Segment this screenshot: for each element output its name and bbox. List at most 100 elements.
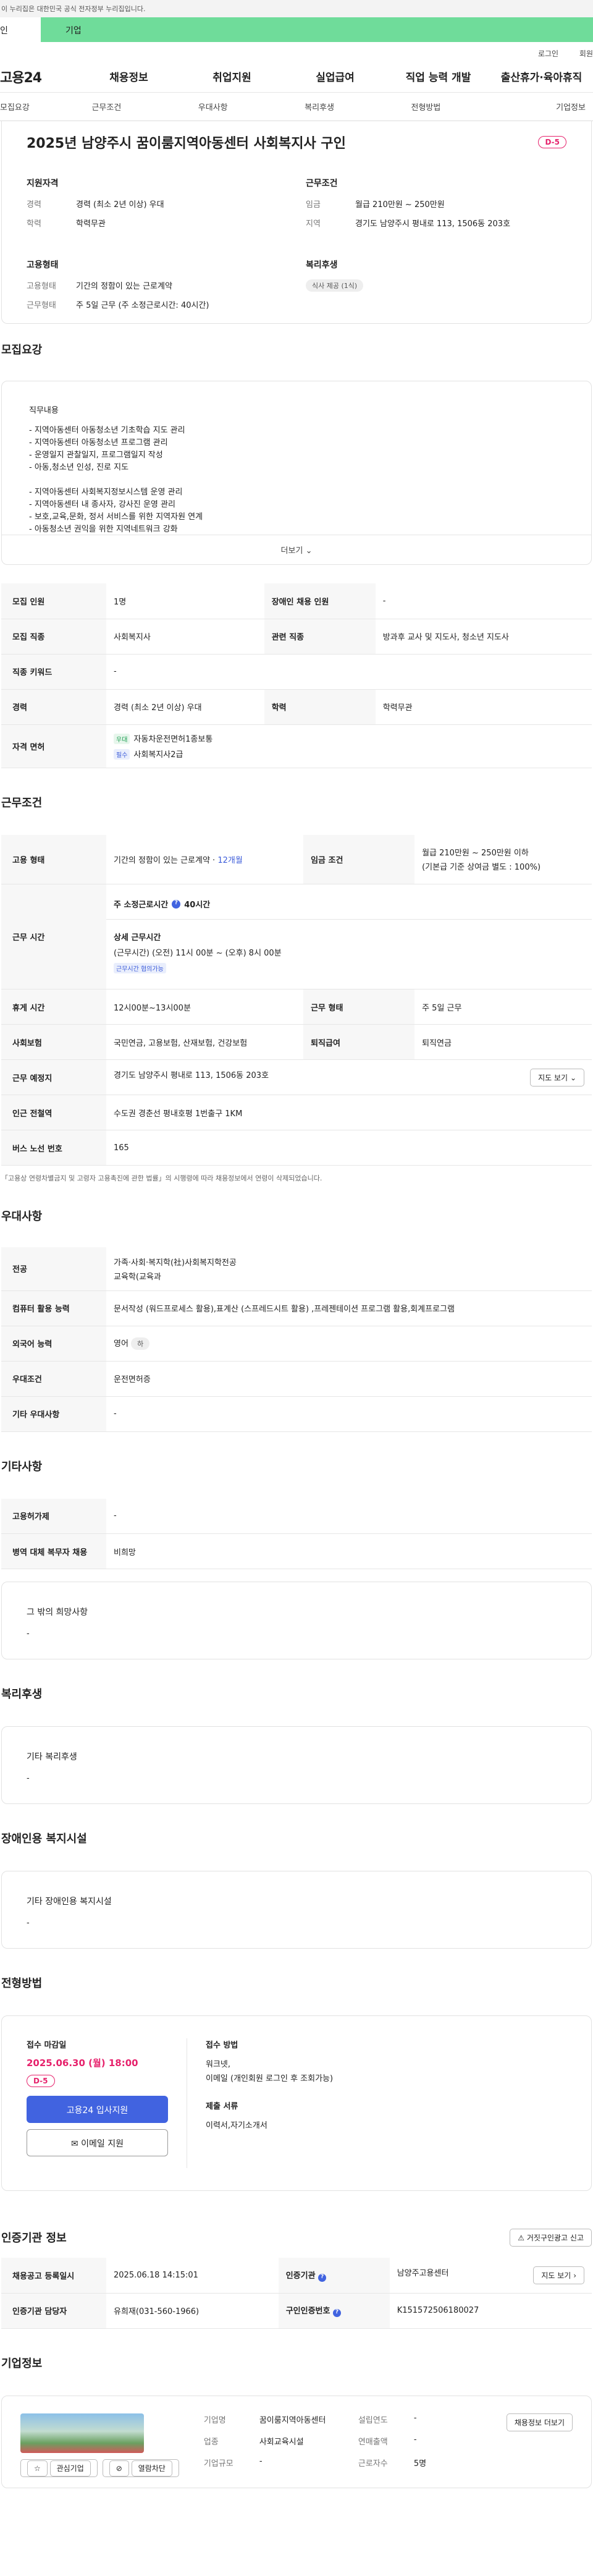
label: 지역 <box>306 219 321 229</box>
table-row: 병역 대체 복무자 채용 비희망 <box>1 1533 592 1569</box>
deadline-title: 접수 마감일 <box>27 2041 67 2050</box>
login-link[interactable]: 로그인 <box>538 49 558 58</box>
chevron-down-icon: ⌄ <box>305 546 313 556</box>
wish-value: - <box>27 1629 30 1638</box>
map-button[interactable]: 지도 보기 ⌄ <box>530 1068 584 1087</box>
label: 근로자수 <box>358 2459 388 2469</box>
more-label: 더보기 <box>280 546 303 556</box>
star-icon: ☆ <box>27 2460 48 2476</box>
disability-value: - <box>27 1918 30 1928</box>
summary-qualification: 지원자격 경력 경력 (최소 2년 이상) 우대 학력 학력무관 <box>27 177 287 236</box>
info-icon[interactable]: ? <box>333 2309 342 2317</box>
table-row: 기타 우대사항 - <box>1 1396 592 1432</box>
summary-welfare-title: 복리후생 <box>306 260 338 270</box>
value: 유희재(031-560-1966) <box>106 2293 279 2329</box>
cert-item: 자동차운전면허1종보통 <box>133 735 213 744</box>
value: - <box>259 2457 263 2467</box>
nav-item-training[interactable]: 직업 능력 개발 <box>387 69 490 84</box>
table-row: 직종 키워드 - <box>1 654 592 690</box>
label: 고용 형태 <box>1 834 106 884</box>
email-apply-button[interactable]: ✉ 이메일 지원 <box>27 2129 168 2156</box>
email-apply-label: 이메일 지원 <box>81 2139 124 2149</box>
nav-item-unemployment[interactable]: 실업급여 <box>284 69 387 84</box>
apply-button[interactable]: 고용24 입사지원 <box>27 2096 168 2123</box>
summary-card: 2025년 남양주시 꿈이룸지역아동센터 사회복지사 구인 D-5 지원자격 경… <box>1 121 592 324</box>
section-title-preference: 우대사항 <box>1 1210 43 1223</box>
benefit-value: - <box>27 1774 30 1783</box>
tab-enterprise[interactable]: 기업 <box>41 17 593 42</box>
lang-value: 영어 <box>114 1339 128 1349</box>
label: 고용형태 <box>27 282 56 291</box>
anchor-recruit[interactable]: 모집요강 <box>0 101 53 112</box>
agency-table: 채용공고 등록일시 2025.06.18 14:15:01 인증기관 ? 남양주고… <box>1 2258 592 2329</box>
value: 영어 하 <box>106 1326 592 1362</box>
label: 병역 대체 복무자 채용 <box>1 1533 106 1569</box>
negotiable-tag: 근무시간 협의가능 <box>114 963 166 973</box>
info-icon[interactable]: ? <box>172 899 181 909</box>
label: 모집 직종 <box>1 619 106 655</box>
nav-item-jobs[interactable]: 채용정보 <box>77 69 180 84</box>
nav-item-employment-support[interactable]: 취업지원 <box>180 69 284 84</box>
summary-conditions: 근무조건 임금 월급 210만원 ~ 250만원 지역 경기도 남양주시 평내로 1… <box>306 177 566 236</box>
method-item: 이메일 (개인회원 로그인 후 조회가능) <box>206 2074 334 2083</box>
value: 비희망 <box>106 1533 592 1569</box>
report-button[interactable]: ⚠ 거짓구인광고 신고 <box>510 2228 592 2247</box>
favorite-button[interactable]: ☆ 관심기업 <box>20 2459 98 2477</box>
anchor-conditions[interactable]: 근무조건 <box>53 101 159 112</box>
label: 퇴직급여 <box>303 1024 415 1060</box>
chevron-down-icon: ⌄ <box>570 1073 576 1082</box>
value: 방과후 교사 및 지도사, 청소년 지도사 <box>375 619 592 655</box>
info-icon[interactable]: ? <box>318 2273 327 2282</box>
deadline-value: 2025.06.30 (월) 18:00 <box>27 2057 138 2069</box>
disability-box: 기타 장애인용 복지시설 - <box>1 1871 592 1949</box>
anchor-preference[interactable]: 우대사항 <box>160 101 266 112</box>
report-label: 거짓구인광고 신고 <box>526 2233 584 2242</box>
cert-item: 사회복지사2급 <box>133 750 183 760</box>
detail-line: - 지역아동센터 아동청소년 프로그램 관리 <box>29 438 168 447</box>
company-box: ☆ 관심기업 ⊘ 열람차단 기업명 꿈이룸지역아동센터 설립연도 - 업종 사회교육시… <box>1 2395 592 2488</box>
value: 사회복지사 <box>106 619 264 655</box>
chevron-right-icon: › <box>573 2271 576 2280</box>
table-row: 사회보험 국민연금, 고용보험, 산재보험, 건강보험 퇴직급여 퇴직연금 <box>1 1024 592 1060</box>
tab-individual[interactable]: 인 <box>0 17 41 42</box>
company-jobs-button[interactable]: 채용정보 더보기 <box>506 2413 573 2431</box>
anchor-company[interactable]: 기업정보 <box>479 101 593 112</box>
value: 사회교육시설 <box>259 2437 304 2447</box>
table-row: 자격 면허 우대 자동차운전면허1종보통 필수 사회복지사2급 <box>1 724 592 768</box>
label: 관련 직종 <box>264 619 376 655</box>
detail-line: - 운영일지 관찰일지, 프로그램일지 작성 <box>29 451 163 460</box>
value: 5명 <box>413 2459 427 2469</box>
value: 운전면허증 <box>106 1361 592 1397</box>
label: 인증기관 담당자 <box>1 2293 106 2329</box>
nav-item-leave[interactable]: 출산휴가·육아휴직 <box>490 69 593 84</box>
table-row: 버스 노선 번호 165 <box>1 1130 592 1166</box>
hours-detail-title: 상세 근무시간 <box>114 933 161 943</box>
block-button[interactable]: ⊘ 열람차단 <box>102 2459 179 2477</box>
signup-link[interactable]: 회원 <box>579 49 593 58</box>
label: 경력 <box>27 200 41 210</box>
label: 외국어 능력 <box>1 1326 106 1362</box>
logo[interactable]: 고용24 <box>0 67 77 87</box>
anchor-process[interactable]: 전형방법 <box>372 101 479 112</box>
lang-level-badge: 하 <box>131 1337 150 1350</box>
label: 근무 시간 <box>1 884 106 989</box>
benefit-box: 기타 복리후생 - <box>1 1726 592 1804</box>
table-row: 근무 시간 주 소정근로시간 ? 40시간 상세 근무시간 (근무시간) (오전… <box>1 884 592 989</box>
value: 남양주고용센터 지도 보기 › <box>389 2258 592 2294</box>
job-detail-box: 직무내용 - 지역아동센터 아동청소년 기초학습 지도 관리 - 지역아동센터 … <box>1 381 592 565</box>
work-table: 고용 형태 기간의 정함이 있는 근로계약 · 12개월 임금 조건 월급 21… <box>1 834 592 1166</box>
value: - <box>375 583 592 619</box>
more-button[interactable]: 더보기 ⌄ <box>2 535 591 564</box>
wage-value: 월급 210만원 ~ 250만원 이하 <box>422 849 529 858</box>
block-label: 열람차단 <box>131 2460 172 2476</box>
label: 전공 <box>1 1247 106 1291</box>
benefit-title: 기타 복리후생 <box>27 1752 77 1762</box>
label: 장애인 채용 인원 <box>264 583 376 619</box>
label: 근무형태 <box>27 301 56 310</box>
section-title-apply: 전형방법 <box>1 1977 43 1990</box>
label: 사회보험 <box>1 1024 106 1060</box>
detail-line: - 지역아동센터 아동청소년 기초학습 지도 관리 <box>29 426 185 435</box>
agency-map-button[interactable]: 지도 보기 › <box>533 2266 584 2284</box>
preference-table: 전공 가족·사회·복지학(社)사회복지학전공 교육학(교육과 컴퓨터 활용 능력 문… <box>1 1247 592 1432</box>
anchor-welfare[interactable]: 복리후생 <box>266 101 372 112</box>
